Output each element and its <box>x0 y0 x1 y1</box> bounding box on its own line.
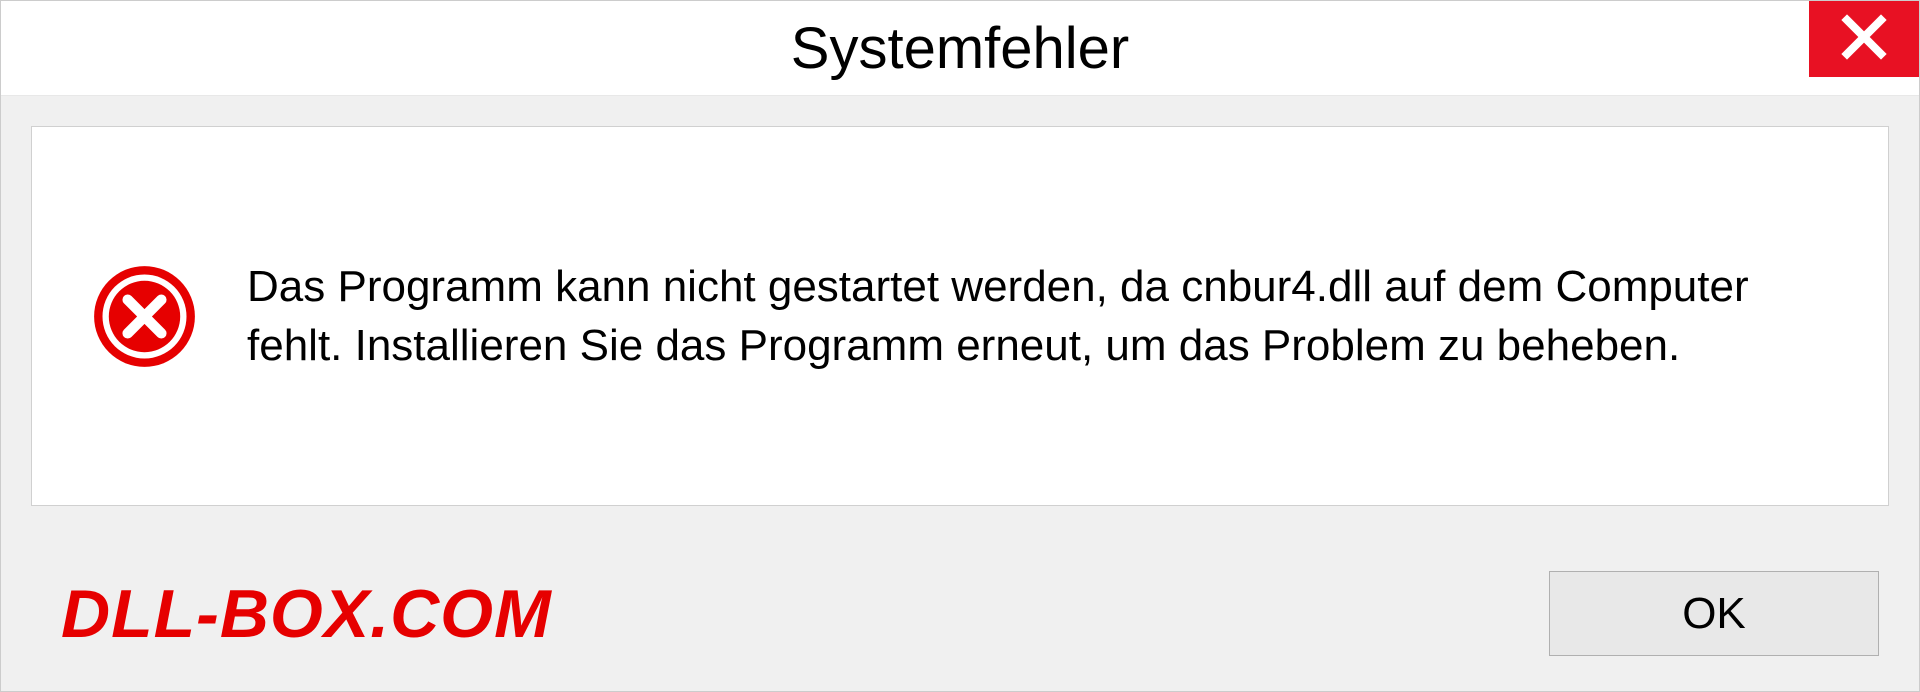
close-icon <box>1839 12 1889 67</box>
titlebar: Systemfehler <box>1 1 1919 96</box>
content-area: Das Programm kann nicht gestartet werden… <box>1 96 1919 536</box>
message-box: Das Programm kann nicht gestartet werden… <box>31 126 1889 506</box>
close-button[interactable] <box>1809 1 1919 77</box>
dialog-title: Systemfehler <box>791 15 1129 82</box>
ok-button[interactable]: OK <box>1549 571 1879 656</box>
dialog-footer: DLL-BOX.COM OK <box>1 536 1919 691</box>
error-dialog: Systemfehler Das Programm kann <box>0 0 1920 692</box>
error-message: Das Programm kann nicht gestartet werden… <box>247 257 1828 376</box>
error-icon <box>92 264 197 369</box>
watermark-text: DLL-BOX.COM <box>61 575 552 653</box>
